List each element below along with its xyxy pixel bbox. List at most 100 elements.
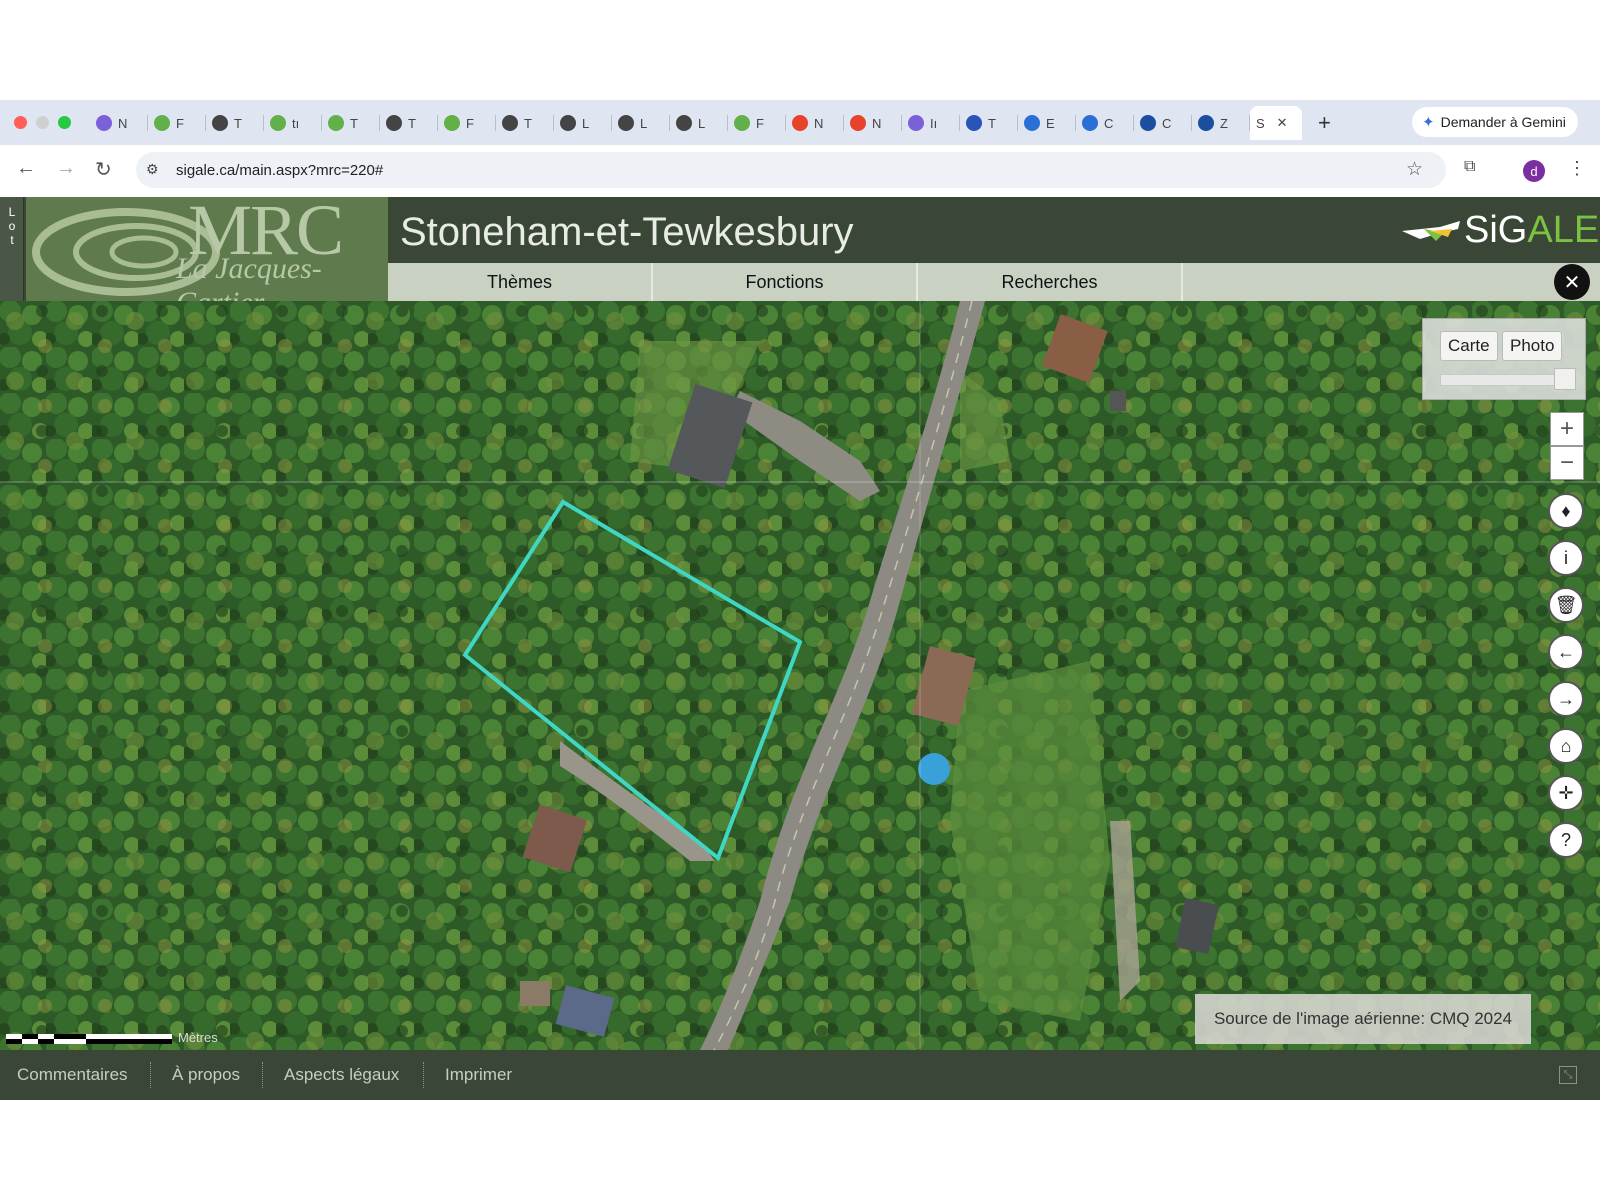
browser-menu-icon[interactable]: ⋮ xyxy=(1568,158,1586,179)
forward-arrow-icon[interactable]: → xyxy=(1548,681,1584,717)
sigale-ale: ALE xyxy=(1527,208,1600,251)
menu-fonctions[interactable]: Fonctions xyxy=(653,263,918,301)
site-settings-icon[interactable]: ⚙ xyxy=(146,161,159,178)
help-icon[interactable]: ? xyxy=(1548,822,1584,858)
browser-tab[interactable]: T xyxy=(206,106,264,140)
opacity-slider-track[interactable] xyxy=(1440,374,1572,386)
layer-photo-button[interactable]: Photo xyxy=(1502,331,1563,361)
mail-icon xyxy=(1024,115,1040,131)
lens-icon[interactable]: ⧉ xyxy=(1464,158,1475,176)
layer-carte-button[interactable]: Carte xyxy=(1440,331,1498,361)
leaf-icon xyxy=(328,115,344,131)
browser-tab[interactable]: T xyxy=(960,106,1018,140)
logo-subtitle: La Jacques-Cartier xyxy=(176,252,322,301)
browser-tab-active[interactable]: S ✕ xyxy=(1250,106,1302,140)
browser-tab-label: C xyxy=(1104,115,1114,131)
globe-icon xyxy=(676,115,692,131)
browser-tab[interactable]: N xyxy=(844,106,902,140)
browser-tab[interactable]: F xyxy=(438,106,496,140)
leaf-icon xyxy=(734,115,750,131)
target-icon xyxy=(966,115,982,131)
pinwheel-icon xyxy=(96,115,112,131)
lot-label: Lot xyxy=(5,205,19,247)
aerial-map[interactable] xyxy=(0,301,1600,1050)
forward-button[interactable]: → xyxy=(56,157,76,180)
scale-label: Mètres xyxy=(178,1030,218,1045)
browser-tab-label: N xyxy=(814,115,824,131)
resize-icon[interactable]: ⤡ xyxy=(1559,1066,1577,1084)
footer-aspects-legaux[interactable]: Aspects légaux xyxy=(284,1065,399,1085)
browser-tab[interactable]: E xyxy=(1018,106,1076,140)
fleur-de-lis-icon xyxy=(1198,115,1214,131)
browser-tab-label: C xyxy=(1162,115,1172,131)
browser-tab[interactable]: F xyxy=(148,106,206,140)
browser-tab[interactable]: F xyxy=(728,106,786,140)
browser-tab-label: T xyxy=(350,115,358,131)
browser-tab-label: Z xyxy=(1220,115,1228,131)
window-zoom-dot[interactable] xyxy=(58,116,71,129)
footer-divider xyxy=(262,1062,263,1088)
browser-tab-label: L xyxy=(582,115,590,131)
menu-themes[interactable]: Thèmes xyxy=(388,263,653,301)
tab-list: N F Ttı T T F T L L L F N N Iı T E C C Z S ✕ xyxy=(90,106,1302,140)
browser-tab[interactable]: T xyxy=(380,106,438,140)
locate-icon[interactable]: ✛ xyxy=(1548,775,1584,811)
browser-tab[interactable]: N xyxy=(786,106,844,140)
browser-tab-label: N xyxy=(118,115,128,131)
bookmark-star-icon[interactable]: ☆ xyxy=(1406,158,1423,181)
mail-icon xyxy=(1082,115,1098,131)
browser-tab-label: N xyxy=(872,115,882,131)
gemini-label: Demander à Gemini xyxy=(1440,114,1566,130)
trash-icon[interactable]: 🗑 xyxy=(1548,587,1584,623)
browser-tab[interactable]: L xyxy=(612,106,670,140)
close-panel-button[interactable]: ✕ xyxy=(1554,264,1590,300)
back-button[interactable]: ← xyxy=(16,157,36,180)
browser-tab[interactable]: tı xyxy=(264,106,322,140)
opacity-slider-thumb[interactable] xyxy=(1554,368,1576,390)
browser-tab[interactable]: C xyxy=(1076,106,1134,140)
browser-tab[interactable]: C xyxy=(1134,106,1192,140)
footer-imprimer[interactable]: Imprimer xyxy=(445,1065,512,1085)
browser-tab-label: T xyxy=(234,115,242,131)
scale-bar xyxy=(6,1034,172,1044)
mrc-logo: MRC La Jacques-Cartier xyxy=(26,197,388,301)
reload-button[interactable]: ↻ xyxy=(95,157,112,182)
footer-divider xyxy=(423,1062,424,1088)
home-icon[interactable]: ⌂ xyxy=(1548,728,1584,764)
browser-tab[interactable]: N xyxy=(90,106,148,140)
c-logo-icon xyxy=(850,115,866,131)
window-minimize-dot[interactable] xyxy=(36,116,49,129)
leaf-icon xyxy=(270,115,286,131)
browser-tab[interactable]: L xyxy=(554,106,612,140)
new-tab-button[interactable]: + xyxy=(1318,110,1331,136)
browser-tab-label: L xyxy=(698,115,706,131)
zoom-in-button[interactable]: + xyxy=(1550,412,1584,446)
browser-tab[interactable]: T xyxy=(322,106,380,140)
globe-icon xyxy=(560,115,576,131)
zoom-out-button[interactable]: − xyxy=(1550,446,1584,480)
aerial-imagery xyxy=(0,301,1600,1050)
browser-tab[interactable]: Z xyxy=(1192,106,1250,140)
globe-icon xyxy=(502,115,518,131)
gemini-button[interactable]: ✦ Demander à Gemini xyxy=(1412,107,1578,137)
browser-tab-label: T xyxy=(524,115,532,131)
browser-tab-label: L xyxy=(640,115,648,131)
browser-tab-label: F xyxy=(756,115,764,131)
sigale-wordmark: SiGALE xyxy=(1464,209,1599,252)
plane-icon xyxy=(1402,221,1460,241)
compass-icon[interactable]: ♦ xyxy=(1548,493,1584,529)
window-close-dot[interactable] xyxy=(14,116,27,129)
profile-avatar[interactable]: d xyxy=(1523,160,1545,182)
close-tab-icon[interactable]: ✕ xyxy=(1277,115,1288,131)
back-arrow-icon[interactable]: ← xyxy=(1548,634,1584,670)
municipality-title: Stoneham-et-Tewkesbury xyxy=(400,210,854,254)
browser-tab[interactable]: L xyxy=(670,106,728,140)
url-text[interactable]: sigale.ca/main.aspx?mrc=220# xyxy=(176,162,383,179)
info-icon[interactable]: i xyxy=(1548,540,1584,576)
c-logo-icon xyxy=(792,115,808,131)
browser-tab[interactable]: T xyxy=(496,106,554,140)
browser-tab[interactable]: Iı xyxy=(902,106,960,140)
footer-a-propos[interactable]: À propos xyxy=(172,1065,240,1085)
footer-commentaires[interactable]: Commentaires xyxy=(17,1065,128,1085)
menu-recherches[interactable]: Recherches xyxy=(918,263,1183,301)
